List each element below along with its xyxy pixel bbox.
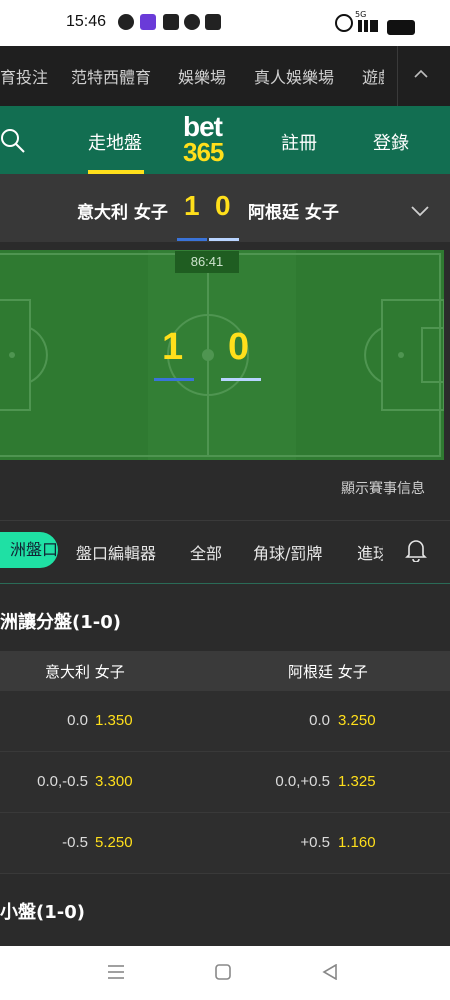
chevron-up-icon[interactable] xyxy=(414,64,428,83)
status-time: 15:46 xyxy=(66,13,107,30)
pitch-home-bar xyxy=(154,378,194,381)
handicap-column-header: 意大利 女子 阿根廷 女子 xyxy=(0,651,450,691)
match-header[interactable]: 意大利 女子 1 0 阿根廷 女子 xyxy=(0,174,450,242)
match-clock: 86:41 xyxy=(175,251,239,273)
search-icon[interactable] xyxy=(0,126,30,160)
odds-cell-home[interactable]: 0.0,-0.5 3.300 xyxy=(0,752,224,812)
nav-divider xyxy=(397,46,398,106)
signal-icon xyxy=(358,20,378,32)
pitch xyxy=(0,250,444,460)
home-column-label: 意大利 女子 xyxy=(45,663,125,681)
away-score: 0 xyxy=(215,190,231,221)
menu-icon[interactable] xyxy=(107,964,125,984)
system-nav-bar xyxy=(0,946,450,1000)
register-button[interactable]: 註冊 xyxy=(281,129,317,155)
odds-value: 3.250 xyxy=(338,712,376,729)
back-icon[interactable] xyxy=(322,963,338,984)
site-header: 走地盤 註冊 登錄 xyxy=(0,106,450,174)
section-title-over-under[interactable]: 小盤(1-0) xyxy=(0,898,85,924)
tab-corners-cards[interactable]: 角球/罰牌 xyxy=(253,540,322,564)
nav-item-fantasy[interactable]: 范特西體育 xyxy=(71,64,151,88)
alarm-icon xyxy=(335,14,353,32)
odds-cell-away[interactable]: +0.5 1.160 xyxy=(226,813,450,873)
battery-icon xyxy=(387,20,415,35)
tab-all[interactable]: 全部 xyxy=(190,540,222,564)
odds-value: 1.350 xyxy=(95,712,133,729)
network-label: 5G xyxy=(355,10,367,19)
handicap-line: 0.0 xyxy=(309,712,330,729)
handicap-line: -0.5 xyxy=(62,834,88,851)
home-team-name: 意大利 女子 xyxy=(77,203,168,223)
handicap-line: +0.5 xyxy=(300,834,330,851)
handicap-line: 0.0,-0.5 xyxy=(37,773,88,790)
show-match-info-link[interactable]: 顯示賽事信息 xyxy=(341,478,425,498)
odds-cell-away[interactable]: 0.0 3.250 xyxy=(226,691,450,751)
chevron-down-icon[interactable] xyxy=(411,202,429,221)
odds-cell-home[interactable]: 0.0 1.350 xyxy=(0,691,224,751)
tab-market-editor[interactable]: 盤口編輯器 xyxy=(76,540,156,564)
logo-365[interactable]: 365 xyxy=(183,139,224,165)
bell-icon[interactable] xyxy=(405,538,427,566)
odds-value: 5.250 xyxy=(95,834,133,851)
pitch-away-bar xyxy=(221,378,261,381)
tab-asian-handicap-active[interactable]: 洲盤口 xyxy=(0,532,58,568)
tab-goals[interactable]: 進球 xyxy=(357,540,383,564)
table-row: -0.5 5.250 +0.5 1.160 xyxy=(0,813,450,874)
odds-cell-away[interactable]: 0.0,+0.5 1.325 xyxy=(226,752,450,812)
pitch-home-score: 1 xyxy=(162,326,184,368)
sports-nav: 育投注 范特西體育 娛樂場 真人娛樂場 遊戲 xyxy=(0,46,450,107)
chat-icon xyxy=(118,14,134,30)
home-icon[interactable] xyxy=(215,964,231,984)
nav-item-casino[interactable]: 娛樂場 xyxy=(178,64,226,88)
away-column-label: 阿根廷 女子 xyxy=(288,663,368,681)
youtube-icon xyxy=(163,14,179,30)
odds-value: 3.300 xyxy=(95,773,133,790)
app-icon xyxy=(140,14,156,30)
tab-live[interactable]: 走地盤 xyxy=(88,129,142,155)
home-color-bar xyxy=(177,238,207,241)
status-bar: 15:46 5G xyxy=(0,0,450,46)
nav-item-sports-betting[interactable]: 育投注 xyxy=(0,64,48,88)
handicap-line: 0.0,+0.5 xyxy=(275,773,330,790)
login-button[interactable]: 登錄 xyxy=(373,129,409,155)
away-color-bar xyxy=(209,238,239,241)
section-title-handicap[interactable]: 洲讓分盤(1-0) xyxy=(0,608,121,634)
table-row: 0.0 1.350 0.0 3.250 xyxy=(0,691,450,752)
odds-cell-home[interactable]: -0.5 5.250 xyxy=(0,813,224,873)
nav-item-live-casino[interactable]: 真人娛樂場 xyxy=(254,64,334,88)
odds-value: 1.325 xyxy=(338,773,376,790)
line-icon xyxy=(184,14,200,30)
gallery-icon xyxy=(205,14,221,30)
table-row: 0.0,-0.5 3.300 0.0,+0.5 1.325 xyxy=(0,752,450,813)
away-team-name: 阿根廷 女子 xyxy=(248,203,339,223)
odds-value: 1.160 xyxy=(338,834,376,851)
handicap-line: 0.0 xyxy=(67,712,88,729)
pitch-away-score: 0 xyxy=(228,326,250,368)
nav-item-games[interactable]: 遊戲 xyxy=(362,64,384,88)
home-score: 1 xyxy=(184,190,200,221)
